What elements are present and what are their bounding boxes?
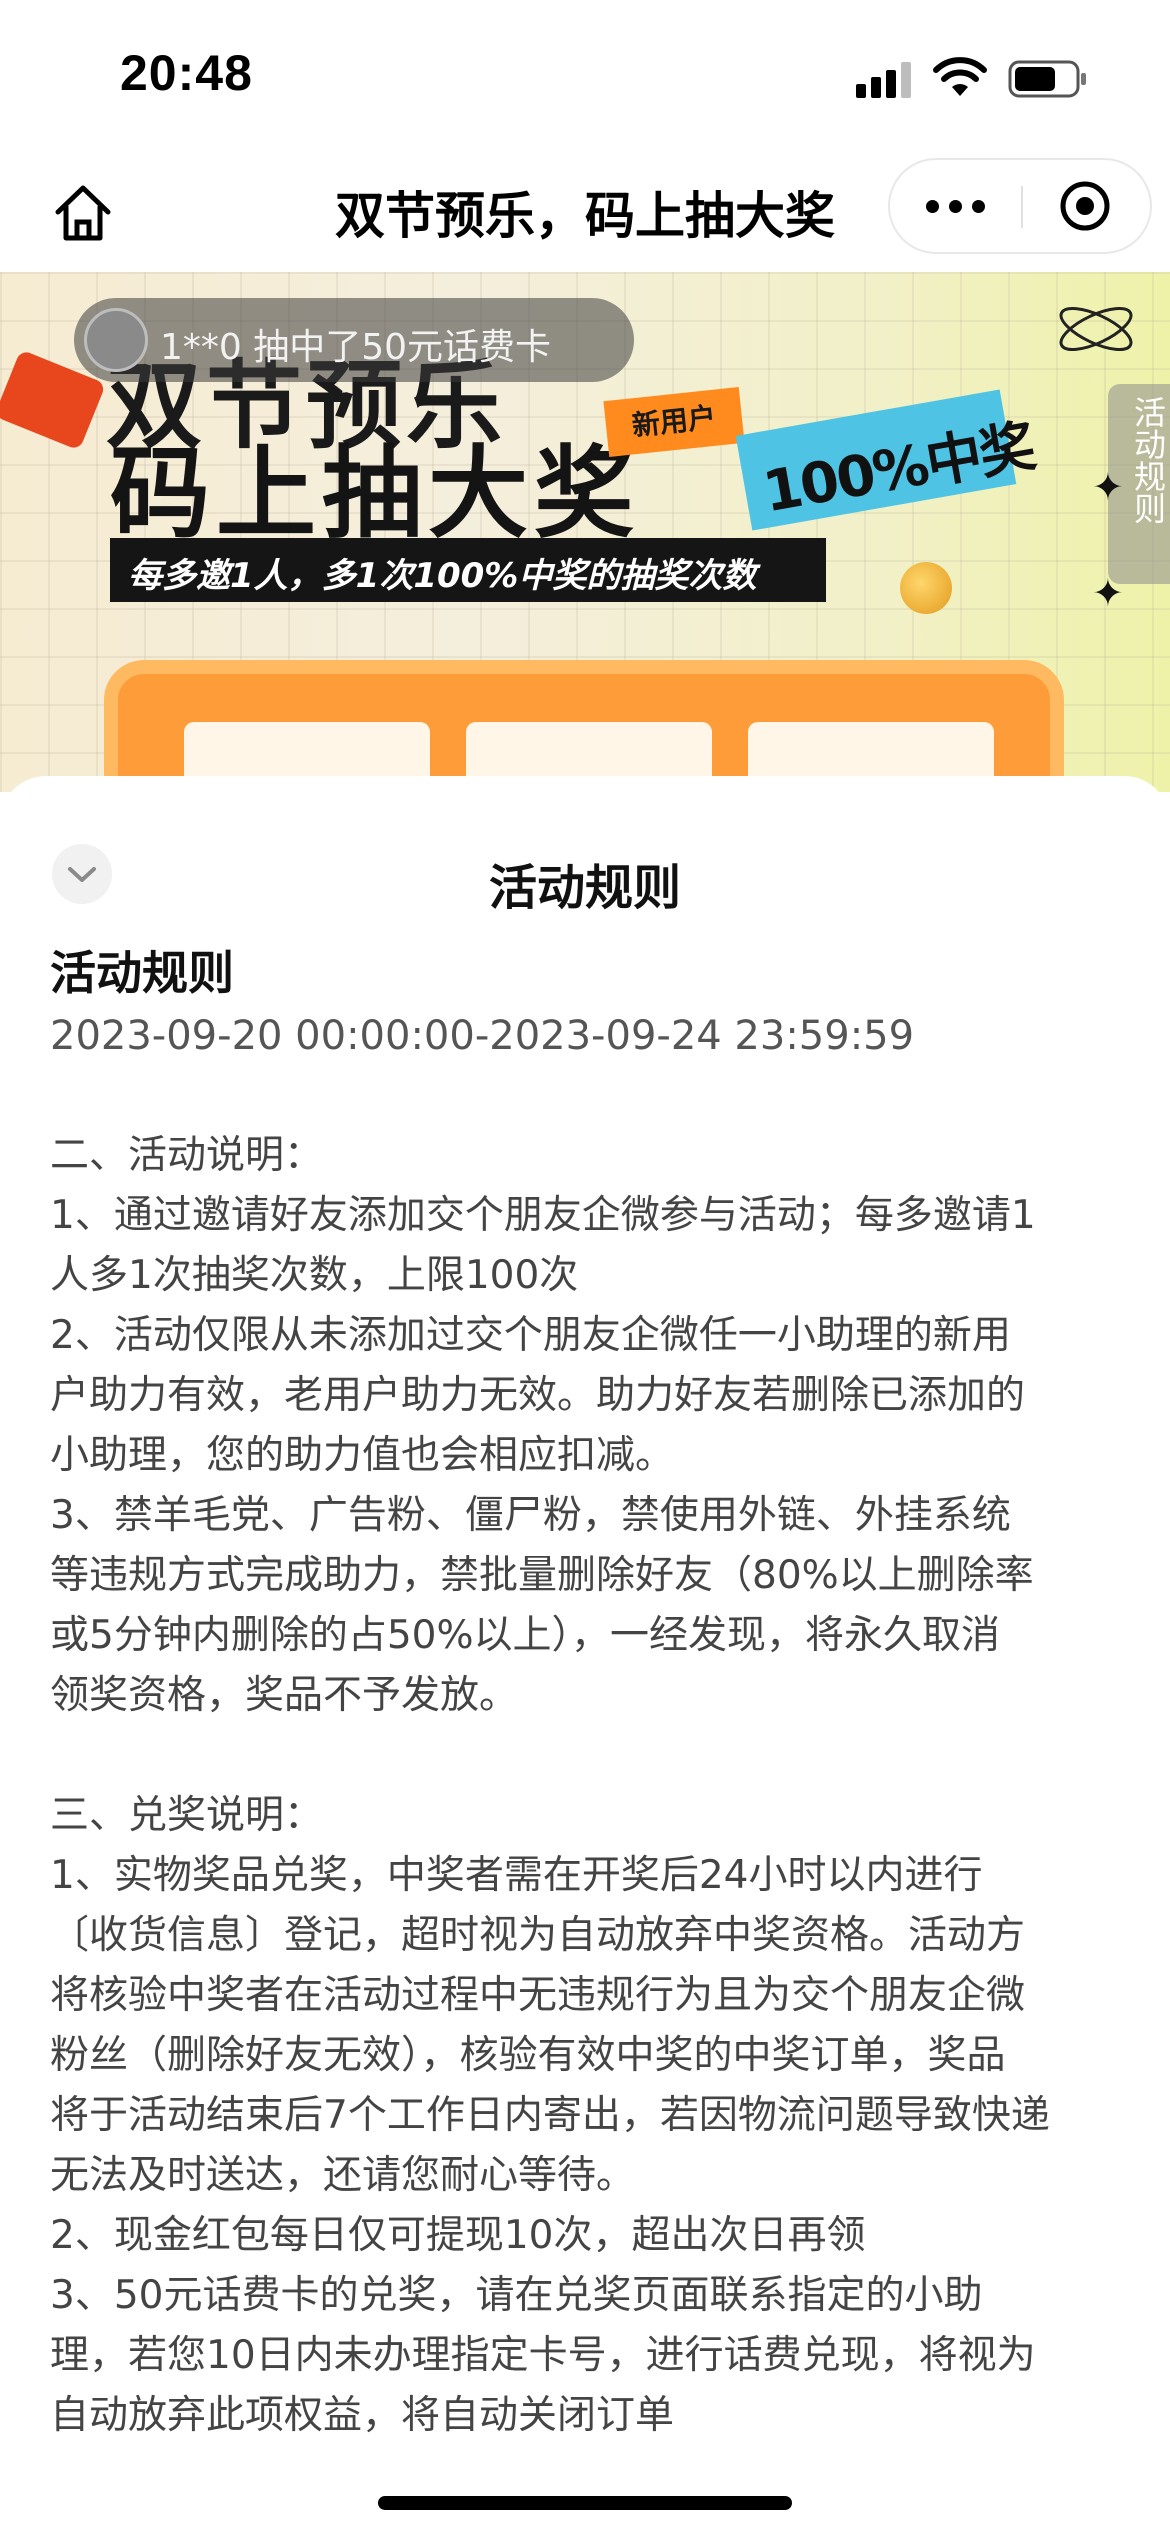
nav-bar: 双节预乐，码上抽大奖 [0,150,1170,272]
rules-line: 〔收货信息〕登记，超时视为自动放弃中奖资格。活动方 [50,1913,1026,1958]
sparkle-icon: ✦ [1092,465,1124,509]
avatar [84,308,148,372]
status-bar: 20:48 [0,0,1170,150]
orbit-icon [1059,307,1133,351]
promo-banner: 双节预乐 码上抽大奖 新用户 100%中奖 每多邀1人，多1次100%中奖的抽奖… [0,272,1170,792]
rules-content: 活动规则 2023-09-20 00:00:00-2023-09-24 23:5… [50,942,1130,2446]
home-icon[interactable] [50,180,116,246]
banner-subtitle: 每多邀1人，多1次100%中奖的抽奖次数 [110,538,826,602]
rules-line: 理，若您10日内未办理指定卡号，进行话费兑现，将视为 [50,2333,1036,2378]
rules-line: 或5分钟内删除的占50%以上），一经发现，将永久取消 [50,1613,1000,1658]
rules-line: 将核验中奖者在活动过程中无违规行为且为交个朋友企微 [50,1973,1026,2018]
rules-line: 领奖资格，奖品不予发放。 [50,1673,519,1718]
rules-line: 将于活动结束后7个工作日内寄出，若因物流问题导致快递 [50,2093,1050,2138]
rules-blank-line [50,1726,1130,1786]
rules-lines: 二、活动说明： 1、通过邀请好友添加交个朋友企微参与活动；每多邀请1 人多1次抽奖次… [50,1066,1130,2446]
rules-line: 人多1次抽奖次数，上限100次 [50,1253,579,1298]
rules-line: 户助力有效，老用户助力无效。助力好友若删除已添加的 [50,1373,1026,1418]
battery-icon [1008,60,1086,98]
rules-line: 1、实物奖品兑奖，中奖者需在开奖后24小时以内进行 [50,1853,983,1898]
rules-line: 等违规方式完成助力，禁批量删除好友（80%以上删除率 [50,1553,1034,1598]
rules-blank-line [50,1066,1130,1126]
wifi-icon [933,57,987,96]
more-icon[interactable] [890,160,1020,252]
activity-period: 2023-09-20 00:00:00-2023-09-24 23:59:59 [50,1013,915,1059]
close-icon[interactable] [1023,160,1151,252]
sheet-title: 活动规则 [488,860,681,916]
rules-line: 自动放弃此项权益，将自动关闭订单 [50,2393,675,2438]
coin-decoration [900,562,952,614]
rules-line: 粉丝（删除好友无效），核验有效中奖的中奖订单，奖品 [50,2033,1006,2078]
rules-line: 1、通过邀请好友添加交个朋友企微参与活动；每多邀请1 [50,1193,1036,1238]
page-title: 双节预乐，码上抽大奖 [335,187,835,245]
winner-ticker-text: 1**0 抽中了50元话费卡 [160,327,552,368]
rules-line: 小助理，您的助力值也会相应扣减。 [50,1433,675,1478]
home-indicator [378,2496,792,2510]
rules-line: 2、现金红包每日仅可提现10次，超出次日再领 [50,2213,866,2258]
status-time: 20:48 [120,45,253,101]
rules-heading: 活动规则 [50,946,234,1000]
rules-sheet: 活动规则 活动规则 2023-09-20 00:00:00-2023-09-24… [0,776,1170,2532]
rules-line: 无法及时送达，还请您耐心等待。 [50,2153,636,2198]
rules-line: 二、活动说明： [50,1133,324,1178]
winner-ticker: 1**0 抽中了50元话费卡 [74,298,634,382]
rules-line: 三、兑奖说明： [50,1793,324,1838]
sparkle-icon: ✦ [1092,571,1124,615]
rules-line: 3、禁羊毛党、广告粉、僵尸粉，禁使用外链、外挂系统 [50,1493,1011,1538]
signal-icon [856,62,912,98]
banner-title-line2: 码上抽大奖 [110,435,640,552]
mini-program-capsule [888,158,1152,254]
rules-line: 2、活动仅限从未添加过交个朋友企微任一小助理的新用 [50,1313,1011,1358]
rules-line: 3、50元话费卡的兑奖，请在兑奖页面联系指定的小助 [50,2273,983,2318]
